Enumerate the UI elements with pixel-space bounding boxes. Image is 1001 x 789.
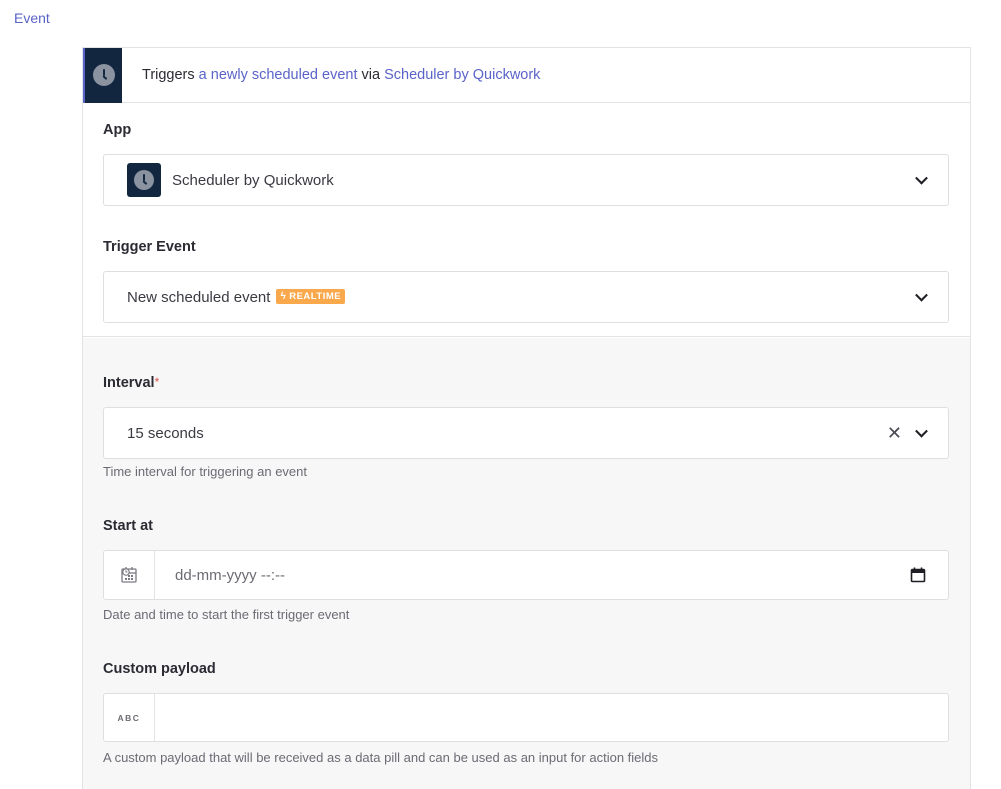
- interval-label-text: Interval: [103, 375, 155, 391]
- app-select-value: Scheduler by Quickwork: [172, 171, 334, 189]
- chevron-down-icon[interactable]: [915, 288, 928, 302]
- realtime-badge-label: REALTIME: [289, 290, 342, 302]
- datetime-icon: [121, 567, 137, 583]
- trigger-config-section: Interval* 15 seconds ✕ Time interval for…: [83, 338, 970, 789]
- trigger-event-select[interactable]: New scheduled event ϟ REALTIME: [103, 271, 949, 323]
- interval-help: Time interval for triggering an event: [103, 464, 308, 479]
- summary-app-link[interactable]: Scheduler by Quickwork: [384, 67, 540, 83]
- clock-icon: [92, 64, 115, 86]
- datetime-prefix: [104, 551, 155, 599]
- clear-icon[interactable]: ✕: [887, 424, 902, 442]
- abc-icon: ABC: [117, 712, 141, 723]
- app-select[interactable]: Scheduler by Quickwork: [103, 154, 949, 206]
- app-trigger-section: App Scheduler by Quickwork Trigger Event…: [83, 104, 970, 337]
- start-at-label: Start at: [103, 518, 153, 534]
- interval-label: Interval*: [103, 375, 159, 391]
- required-mark: *: [154, 375, 160, 389]
- text-type-prefix: ABC: [104, 694, 155, 741]
- chevron-down-icon[interactable]: [915, 424, 928, 438]
- app-label: App: [103, 122, 132, 138]
- realtime-badge: ϟ REALTIME: [276, 288, 346, 304]
- trigger-event-label: Trigger Event: [103, 239, 196, 255]
- summary-text: Triggers a newly scheduled event via Sch…: [142, 67, 540, 83]
- bolt-icon: ϟ: [280, 290, 287, 302]
- start-at-field[interactable]: dd-mm-yyyy --:--: [103, 550, 949, 600]
- app-icon: [127, 163, 161, 197]
- custom-payload-field[interactable]: ABC: [103, 693, 949, 742]
- calendar-icon[interactable]: [910, 567, 926, 583]
- trigger-event-value: New scheduled event: [127, 288, 271, 306]
- clock-icon: [134, 170, 154, 190]
- summary-event-link[interactable]: a newly scheduled event: [199, 67, 358, 83]
- trigger-summary[interactable]: Triggers a newly scheduled event via Sch…: [83, 47, 970, 103]
- interval-select[interactable]: 15 seconds ✕: [103, 407, 949, 459]
- trigger-card: Triggers a newly scheduled event via Sch…: [82, 47, 971, 789]
- start-at-help: Date and time to start the first trigger…: [103, 607, 350, 622]
- summary-app-icon: [83, 47, 122, 103]
- section-label-event: Event: [14, 10, 50, 26]
- summary-prefix: Triggers: [142, 67, 195, 83]
- chevron-down-icon[interactable]: [915, 171, 928, 185]
- custom-payload-help: A custom payload that will be received a…: [103, 750, 659, 765]
- interval-value: 15 seconds: [127, 424, 204, 442]
- start-at-placeholder: dd-mm-yyyy --:--: [175, 566, 285, 584]
- custom-payload-label: Custom payload: [103, 661, 216, 677]
- summary-middle: via: [361, 67, 381, 83]
